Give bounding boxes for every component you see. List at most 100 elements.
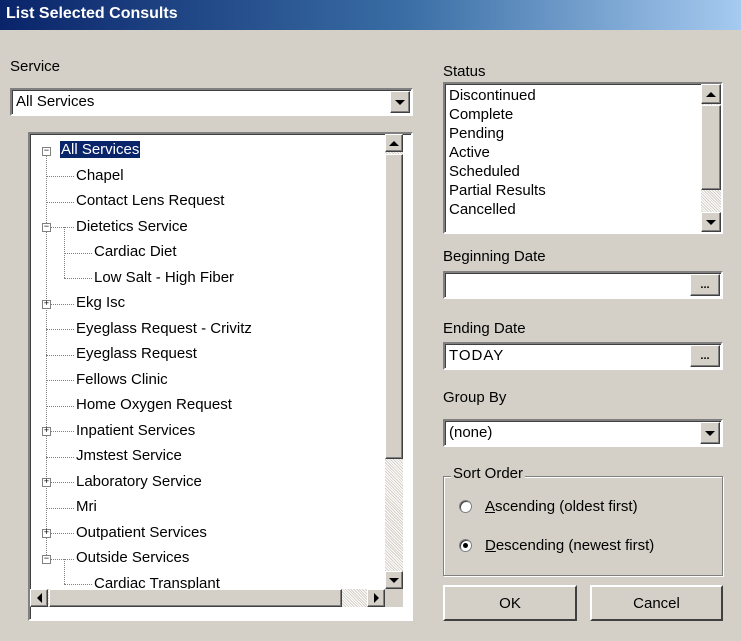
arrow-down-icon <box>389 577 399 583</box>
tree-item-label: Ekg Isc <box>76 294 126 311</box>
tree-item[interactable]: Outpatient Services <box>76 522 207 544</box>
tree-item[interactable]: Mri <box>76 496 97 518</box>
tree-item-label: Inpatient Services <box>76 421 196 439</box>
beginning-date-field[interactable]: ... <box>443 271 723 299</box>
arrow-up-icon <box>389 140 399 146</box>
tree-item[interactable]: Fellows Clinic <box>76 369 168 391</box>
group-by-value: (none) <box>449 424 493 441</box>
tree-item-label: Eyeglass Request - Crivitz <box>76 319 252 337</box>
title-bar: List Selected Consults <box>0 0 741 30</box>
tree-expand-icon[interactable]: + <box>42 427 51 437</box>
status-label: Status <box>443 63 486 80</box>
tree-connector-line <box>46 507 74 509</box>
tree-item[interactable]: Contact Lens Request <box>76 190 224 212</box>
service-tree-content: − All Services Chapel Contact Lens Request −… <box>30 134 385 589</box>
tree-item-label: All Services <box>58 140 142 159</box>
tree-item[interactable]: Ekg Isc <box>76 292 125 314</box>
status-scroll-down-button[interactable] <box>701 212 721 232</box>
tree-item-label: Low Salt - High Fiber <box>94 268 235 286</box>
ending-date-picker-button[interactable]: ... <box>690 345 720 367</box>
tree-item[interactable]: Cardiac Transplant <box>94 573 220 590</box>
window-title: List Selected Consults <box>6 5 178 22</box>
tree-item[interactable]: Jmstest Service <box>76 445 182 467</box>
tree-item-label: Chapel <box>76 166 124 184</box>
ok-button[interactable]: OK <box>443 585 577 621</box>
arrow-left-icon <box>36 593 42 603</box>
service-combobox[interactable]: All Services <box>10 88 413 116</box>
tree-vertical-scrollbar[interactable] <box>385 134 403 589</box>
tree-horizontal-scroll-thumb[interactable] <box>49 589 342 607</box>
tree-scroll-down-button[interactable] <box>385 571 403 589</box>
status-list-item[interactable]: Cancelled <box>445 200 697 219</box>
ellipsis-icon: ... <box>700 279 710 291</box>
tree-scroll-left-button[interactable] <box>30 589 48 607</box>
tree-collapse-icon[interactable]: − <box>42 223 51 233</box>
beginning-date-label: Beginning Date <box>443 248 546 265</box>
ellipsis-icon: ... <box>700 350 710 362</box>
tree-item-label: Cardiac Diet <box>94 243 177 260</box>
status-vertical-scrollbar[interactable] <box>701 84 721 232</box>
status-list-item[interactable]: Complete <box>445 105 697 124</box>
group-by-label: Group By <box>443 389 507 406</box>
option-text: scending (oldest first) <box>495 498 638 515</box>
tree-item[interactable]: Low Salt - High Fiber <box>94 267 234 289</box>
tree-item[interactable]: Eyeglass Request - Crivitz <box>76 318 252 340</box>
status-list-item[interactable]: Scheduled <box>445 162 697 181</box>
tree-item[interactable]: Eyeglass Request <box>76 343 197 365</box>
beginning-date-picker-button[interactable]: ... <box>690 274 720 296</box>
status-list-item[interactable]: Discontinued <box>445 86 697 105</box>
tree-item[interactable]: Chapel <box>76 165 124 187</box>
tree-collapse-icon[interactable]: − <box>42 146 51 156</box>
tree-connector-line <box>64 558 65 585</box>
tree-connector-line <box>46 201 74 203</box>
tree-expand-icon[interactable]: + <box>42 478 51 488</box>
service-dropdown-button[interactable] <box>390 91 410 113</box>
tree-scroll-up-button[interactable] <box>385 134 403 152</box>
group-by-combobox[interactable]: (none) <box>443 419 723 447</box>
status-list-item[interactable]: Pending <box>445 124 697 143</box>
tree-item[interactable]: Laboratory Service <box>76 471 202 493</box>
tree-item[interactable]: Home Oxygen Request <box>76 394 232 416</box>
tree-item[interactable]: Inpatient Services <box>76 420 195 442</box>
status-scroll-up-button[interactable] <box>701 84 721 104</box>
tree-item-label: Fellows Clinic <box>76 370 168 388</box>
tree-vertical-scroll-thumb[interactable] <box>385 154 403 459</box>
tree-horizontal-scrollbar[interactable] <box>30 589 385 607</box>
ending-date-label: Ending Date <box>443 320 526 337</box>
tree-connector-line <box>64 584 92 586</box>
tree-item[interactable]: Outside Services <box>76 547 189 569</box>
tree-connector-line <box>46 456 74 458</box>
tree-item-label: Contact Lens Request <box>76 192 225 209</box>
tree-item[interactable]: Dietetics Service <box>76 216 188 238</box>
tree-collapse-icon[interactable]: − <box>42 554 51 564</box>
tree-expand-icon[interactable]: + <box>42 529 51 539</box>
tree-item[interactable]: Cardiac Diet <box>94 241 177 263</box>
option-text: escending (newest first) <box>495 537 655 554</box>
status-list-item[interactable]: Active <box>445 143 697 162</box>
status-list-items: Discontinued Complete Pending Active Schedul… <box>445 86 697 219</box>
status-listbox[interactable]: Discontinued Complete Pending Active Schedul… <box>443 82 723 234</box>
ending-date-field[interactable]: TODAY ... <box>443 342 723 370</box>
service-tree[interactable]: − All Services Chapel Contact Lens Request −… <box>28 132 413 621</box>
tree-expand-icon[interactable]: + <box>42 299 51 309</box>
tree-item[interactable]: All Services <box>58 139 142 161</box>
tree-scroll-right-button[interactable] <box>367 589 385 607</box>
service-combobox-value: All Services <box>16 93 95 110</box>
arrow-up-icon <box>706 91 716 97</box>
cancel-button[interactable]: Cancel <box>590 585 723 621</box>
arrow-right-icon <box>373 593 379 603</box>
accelerator-key: A <box>485 498 496 515</box>
tree-item-label: Outside Services <box>76 549 190 566</box>
ending-date-value: TODAY <box>449 347 505 364</box>
tree-item-label: Eyeglass Request <box>76 345 197 362</box>
tree-connector-line <box>64 252 92 254</box>
tree-item-label: Outpatient Services <box>76 523 207 541</box>
sort-ascending-label: Ascending (oldest first) <box>485 498 638 515</box>
status-scroll-thumb[interactable] <box>701 105 721 190</box>
status-list-item[interactable]: Partial Results <box>445 181 697 200</box>
group-by-dropdown-button[interactable] <box>700 422 720 444</box>
tree-item-label: Mri <box>76 498 97 515</box>
tree-item-label: Laboratory Service <box>76 472 202 490</box>
sort-descending-label: Descending (newest first) <box>485 537 654 554</box>
sort-order-label: Sort Order <box>451 465 526 482</box>
